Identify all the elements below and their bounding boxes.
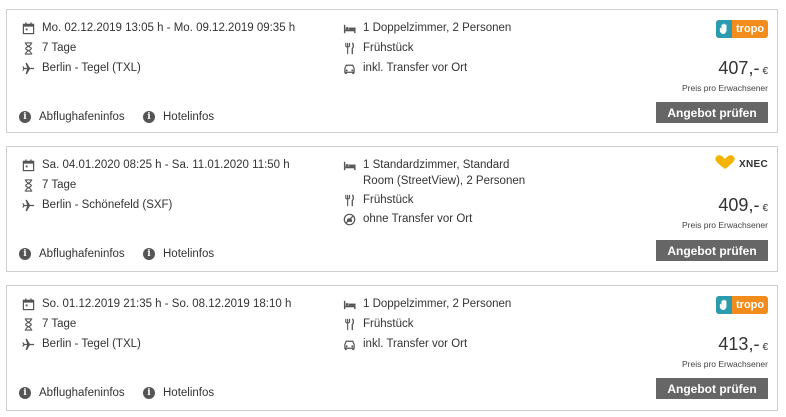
price: 413,- € — [718, 334, 768, 355]
room-row: 1 Doppelzimmer, 2 Personen — [342, 297, 511, 311]
airport-info-label: Abflughafeninfos — [39, 111, 125, 123]
date-range-text: So. 01.12.2019 21:35 h - So. 08.12.2019 … — [42, 298, 292, 310]
no-transfer-icon — [342, 212, 356, 226]
board-text: Frühstück — [363, 194, 414, 206]
tropo-logo-text: tropo — [736, 299, 765, 311]
info-icon: i — [19, 248, 31, 260]
date-range-row: Sa. 04.01.2020 08:25 h - Sa. 11.01.2020 … — [21, 158, 290, 172]
duration-text: 7 Tage — [42, 42, 77, 54]
airport-info-link[interactable]: i Abflughafeninfos — [19, 111, 125, 123]
tropo-logo: tropo — [716, 20, 768, 38]
price-amount: 413,- — [718, 334, 760, 354]
price-currency: € — [762, 203, 768, 214]
transfer-row: inkl. Transfer vor Ort — [342, 61, 467, 75]
duration-row: 7 Tage — [21, 317, 76, 331]
duration-text: 7 Tage — [42, 318, 77, 330]
airport-text: Berlin - Tegel (TXL) — [42, 62, 141, 74]
airport-text: Berlin - Schönefeld (SXF) — [42, 199, 173, 211]
transfer-row: ohne Transfer vor Ort — [342, 212, 472, 226]
room-text: 1 Doppelzimmer, 2 Personen — [363, 298, 512, 310]
room-text: 1 Doppelzimmer, 2 Personen — [363, 22, 512, 34]
transfer-text: ohne Transfer vor Ort — [363, 213, 473, 225]
info-icon: i — [143, 248, 155, 260]
room-text: 1 Standardzimmer, Standard Room (StreetV… — [363, 159, 526, 187]
bed-icon — [342, 297, 356, 311]
check-offer-button[interactable]: Angebot prüfen — [656, 240, 768, 261]
cutlery-icon — [342, 41, 356, 55]
cutlery-icon — [342, 193, 356, 207]
date-range-row: So. 01.12.2019 21:35 h - So. 08.12.2019 … — [21, 297, 291, 311]
hotel-info-label: Hotelinfos — [163, 387, 215, 399]
date-range-row: Mo. 02.12.2019 13:05 h - Mo. 09.12.2019 … — [21, 21, 295, 35]
price: 407,- € — [718, 58, 768, 79]
heart-icon — [713, 154, 737, 175]
price-amount: 407,- — [718, 58, 760, 78]
airport-row: Berlin - Schönefeld (SXF) — [21, 198, 172, 212]
cutlery-icon — [342, 317, 356, 331]
board-text: Frühstück — [363, 42, 414, 54]
duration-text: 7 Tage — [42, 179, 77, 191]
tropo-logo-text: tropo — [736, 23, 765, 35]
date-range-text: Mo. 02.12.2019 13:05 h - Mo. 09.12.2019 … — [42, 22, 296, 34]
airport-row: Berlin - Tegel (TXL) — [21, 61, 141, 75]
price: 409,- € — [718, 195, 768, 216]
car-icon — [342, 337, 356, 351]
transfer-row: inkl. Transfer vor Ort — [342, 337, 467, 351]
airport-info-link[interactable]: i Abflughafeninfos — [19, 387, 125, 399]
hotel-info-label: Hotelinfos — [163, 248, 215, 260]
transfer-text: inkl. Transfer vor Ort — [363, 338, 468, 350]
airport-info-label: Abflughafeninfos — [39, 387, 125, 399]
hotel-info-label: Hotelinfos — [163, 111, 215, 123]
hotel-info-link[interactable]: i Hotelinfos — [143, 248, 214, 260]
duration-row: 7 Tage — [21, 41, 76, 55]
hotel-info-link[interactable]: i Hotelinfos — [143, 111, 214, 123]
info-icon: i — [19, 111, 31, 123]
hourglass-icon — [21, 317, 35, 331]
check-offer-button[interactable]: Angebot prüfen — [656, 378, 768, 399]
tropo-logo: tropo — [716, 296, 768, 314]
bed-icon — [342, 158, 356, 172]
hand-icon — [716, 296, 732, 314]
price-note: Preis pro Erwachsener — [682, 359, 768, 369]
board-row: Frühstück — [342, 193, 414, 207]
airport-text: Berlin - Tegel (TXL) — [42, 338, 141, 350]
price-currency: € — [762, 66, 768, 77]
price-amount: 409,- — [718, 195, 760, 215]
offer-card: So. 01.12.2019 21:35 h - So. 08.12.2019 … — [6, 285, 778, 411]
bed-icon — [342, 21, 356, 35]
info-icon: i — [143, 111, 155, 123]
xnec-logo: XNEC — [713, 154, 768, 175]
calendar-icon — [21, 21, 35, 35]
board-text: Frühstück — [363, 318, 414, 330]
board-row: Frühstück — [342, 41, 414, 55]
hourglass-icon — [21, 178, 35, 192]
price-currency: € — [762, 342, 768, 353]
check-offer-button[interactable]: Angebot prüfen — [656, 102, 768, 123]
car-icon — [342, 61, 356, 75]
calendar-icon — [21, 158, 35, 172]
duration-row: 7 Tage — [21, 178, 76, 192]
plane-icon — [21, 61, 35, 75]
airport-info-link[interactable]: i Abflughafeninfos — [19, 248, 125, 260]
plane-icon — [21, 198, 35, 212]
transfer-text: inkl. Transfer vor Ort — [363, 62, 468, 74]
info-icon: i — [143, 387, 155, 399]
airport-row: Berlin - Tegel (TXL) — [21, 337, 141, 351]
calendar-icon — [21, 297, 35, 311]
room-row: 1 Standardzimmer, Standard Room (StreetV… — [342, 157, 542, 189]
board-row: Frühstück — [342, 317, 414, 331]
date-range-text: Sa. 04.01.2020 08:25 h - Sa. 11.01.2020 … — [42, 159, 290, 171]
hourglass-icon — [21, 41, 35, 55]
price-note: Preis pro Erwachsener — [682, 220, 768, 230]
hand-icon — [716, 20, 732, 38]
xnec-logo-text: XNEC — [739, 159, 768, 170]
offer-card: Mo. 02.12.2019 13:05 h - Mo. 09.12.2019 … — [6, 9, 778, 133]
hotel-info-link[interactable]: i Hotelinfos — [143, 387, 214, 399]
price-note: Preis pro Erwachsener — [682, 83, 768, 93]
info-icon: i — [19, 387, 31, 399]
room-row: 1 Doppelzimmer, 2 Personen — [342, 21, 511, 35]
offer-card: Sa. 04.01.2020 08:25 h - Sa. 11.01.2020 … — [6, 146, 778, 272]
airport-info-label: Abflughafeninfos — [39, 248, 125, 260]
plane-icon — [21, 337, 35, 351]
